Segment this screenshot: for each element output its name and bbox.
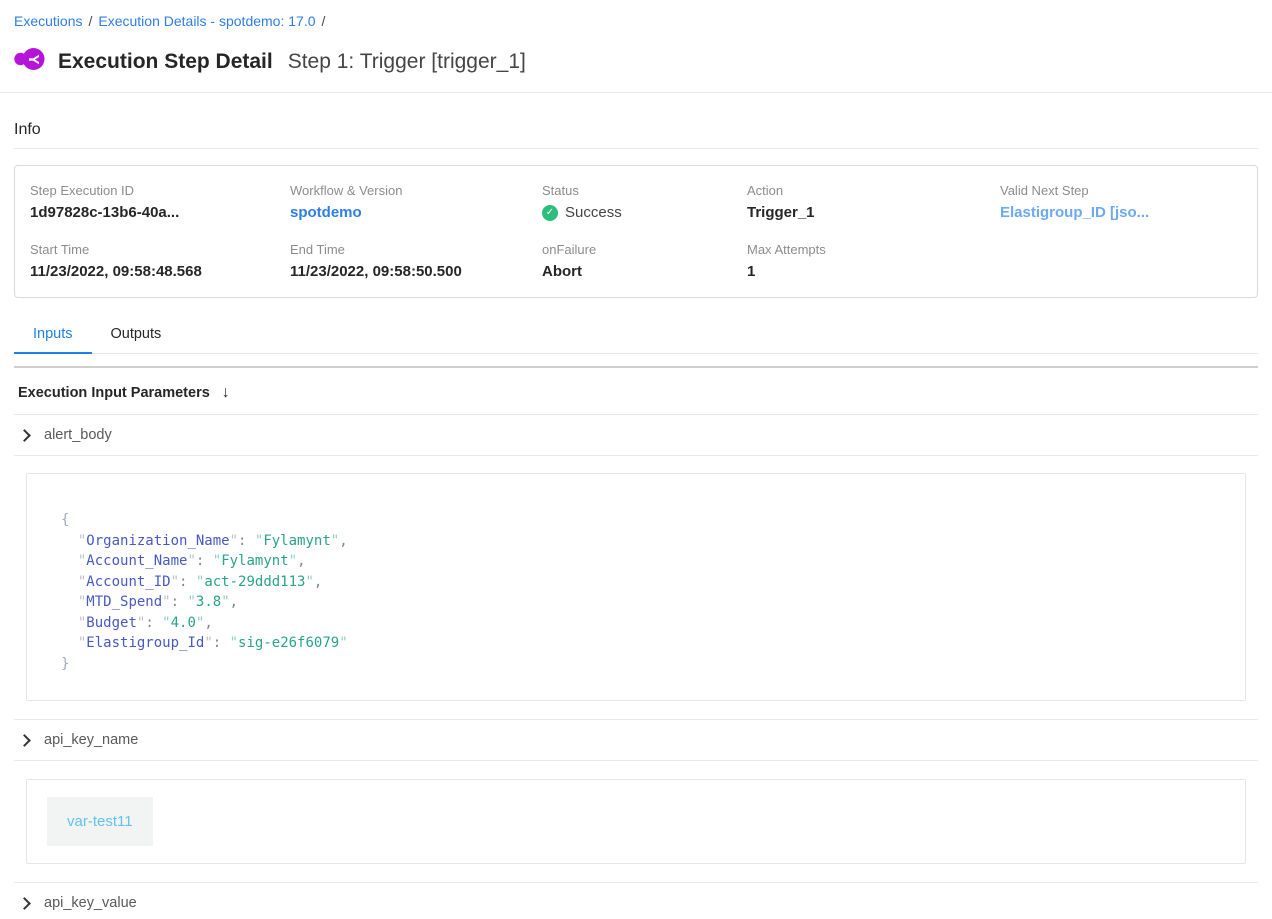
chevron-right-icon xyxy=(18,734,31,747)
breadcrumb-link-executions[interactable]: Executions xyxy=(14,13,82,29)
tab-bar: Inputs Outputs xyxy=(14,317,1258,354)
field-value: Abort xyxy=(542,262,747,281)
tab-inputs[interactable]: Inputs xyxy=(14,317,92,354)
alert-body-content-box: { "Organization_Name": "Fylamynt", "Acco… xyxy=(26,473,1246,701)
param-row-api-key-value[interactable]: api_key_value xyxy=(14,882,1258,919)
param-name: api_key_value xyxy=(44,895,137,911)
field-empty xyxy=(1000,242,1247,281)
field-value: 1 xyxy=(747,262,1000,281)
fylamynt-logo-icon: Y xyxy=(14,44,45,79)
divider xyxy=(14,148,1258,149)
field-action: Action Trigger_1 xyxy=(747,183,1000,222)
field-valid-next-step: Valid Next Step Elastigroup_ID [jso... xyxy=(1000,183,1247,222)
field-start-time: Start Time 11/23/2022, 09:58:48.568 xyxy=(30,242,290,281)
tab-outputs[interactable]: Outputs xyxy=(92,317,181,354)
json-code: { "Organization_Name": "Fylamynt", "Acco… xyxy=(27,474,1245,700)
arrow-down-icon[interactable]: ↓ xyxy=(222,384,230,402)
workflow-link[interactable]: spotdemo xyxy=(290,203,542,222)
field-status: Status ✓ Success xyxy=(542,183,747,222)
svg-text:Y: Y xyxy=(25,54,42,64)
page-subtitle: Step 1: Trigger [trigger_1] xyxy=(288,50,526,74)
field-value: 11/23/2022, 09:58:50.500 xyxy=(290,262,542,281)
field-label: Max Attempts xyxy=(747,242,1000,258)
field-label: onFailure xyxy=(542,242,747,258)
field-label: End Time xyxy=(290,242,542,258)
field-step-execution-id: Step Execution ID 1d97828c-13b6-40a... xyxy=(30,183,290,222)
param-row-alert-body[interactable]: alert_body xyxy=(14,415,1258,456)
field-label: Start Time xyxy=(30,242,290,258)
breadcrumb-separator: / xyxy=(88,13,92,29)
field-end-time: End Time 11/23/2022, 09:58:50.500 xyxy=(290,242,542,281)
execution-input-parameters-header: Execution Input Parameters ↓ xyxy=(14,368,1258,415)
field-label: Status xyxy=(542,183,747,199)
section-title: Execution Input Parameters xyxy=(18,385,210,401)
info-heading: Info xyxy=(14,121,1258,139)
breadcrumb-link-execution-details[interactable]: Execution Details - spotdemo: 17.0 xyxy=(98,13,315,29)
field-onfailure: onFailure Abort xyxy=(542,242,747,281)
success-check-icon: ✓ xyxy=(542,205,558,221)
breadcrumb: Executions / Execution Details - spotdemo:… xyxy=(0,0,1272,29)
field-label: Action xyxy=(747,183,1000,199)
param-name: api_key_name xyxy=(44,732,138,748)
api-key-name-content-box: var-test11 xyxy=(26,779,1246,864)
field-label: Step Execution ID xyxy=(30,183,290,199)
field-label: Valid Next Step xyxy=(1000,183,1247,199)
param-row-api-key-name[interactable]: api_key_name xyxy=(14,719,1258,761)
info-card: Step Execution ID 1d97828c-13b6-40a... W… xyxy=(14,165,1258,298)
field-workflow-version: Workflow & Version spotdemo xyxy=(290,183,542,222)
breadcrumb-separator: / xyxy=(322,13,326,29)
page-header: Y Execution Step Detail Step 1: Trigger … xyxy=(0,29,1272,93)
param-name: alert_body xyxy=(44,427,112,443)
chevron-right-icon xyxy=(18,429,31,442)
field-value: 11/23/2022, 09:58:48.568 xyxy=(30,262,290,281)
page-title: Execution Step Detail xyxy=(58,50,273,74)
status-text: Success xyxy=(565,203,622,222)
next-step-link[interactable]: Elastigroup_ID [jso... xyxy=(1000,203,1247,222)
field-max-attempts: Max Attempts 1 xyxy=(747,242,1000,281)
api-key-name-value: var-test11 xyxy=(47,797,153,846)
field-value: Trigger_1 xyxy=(747,203,1000,222)
field-value: 1d97828c-13b6-40a... xyxy=(30,203,290,222)
field-label: Workflow & Version xyxy=(290,183,542,199)
chevron-right-icon xyxy=(18,897,31,910)
